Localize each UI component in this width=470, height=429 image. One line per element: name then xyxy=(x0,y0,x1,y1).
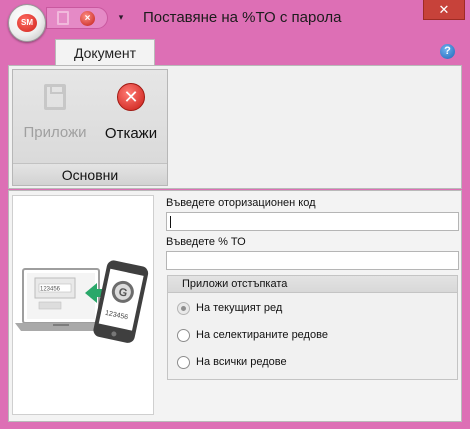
save-icon[interactable] xyxy=(57,11,69,25)
window-title: Поставяне на %ТО с парола xyxy=(143,9,342,26)
help-icon[interactable]: ? xyxy=(440,44,455,59)
cancel-icon[interactable]: × xyxy=(80,11,95,26)
percent-input[interactable] xyxy=(166,251,459,270)
ribbon-panel: Приложи ✕ Откажи Основни xyxy=(8,65,462,189)
apply-button[interactable]: Приложи xyxy=(17,76,93,146)
screen-code-text: 123456 xyxy=(40,287,61,293)
cancel-button[interactable]: ✕ Откажи xyxy=(97,76,165,146)
phone-icon: G 123456 xyxy=(93,260,149,343)
ribbon-group-label: Основни xyxy=(13,163,167,185)
ribbon-tabs: Документ xyxy=(8,38,462,67)
radio-label: На текущият ред xyxy=(196,302,283,314)
close-button[interactable]: ✕ xyxy=(423,0,465,20)
save-icon xyxy=(44,84,66,110)
content-panel: 123456 G 123456 Въведете оторизационен к… xyxy=(8,190,462,422)
percent-label: Въведете % ТО xyxy=(166,236,246,248)
quick-access-toolbar: × xyxy=(46,7,108,29)
radio-button[interactable] xyxy=(177,356,190,369)
ribbon-group-main: Приложи ✕ Откажи Основни xyxy=(12,69,168,186)
qat-dropdown-icon[interactable]: ▾ xyxy=(116,11,126,23)
app-window: SM × ▾ Поставяне на %ТО с парола ✕ Докум… xyxy=(0,0,470,429)
radio-label: На всички редове xyxy=(196,356,287,368)
tab-document[interactable]: Документ xyxy=(55,39,155,67)
discount-options-title: Приложи отстъпката xyxy=(168,276,457,293)
cancel-icon: ✕ xyxy=(117,83,145,111)
text-caret xyxy=(170,216,171,228)
cancel-button-label: Откажи xyxy=(104,125,158,142)
radio-label: На селектираните редове xyxy=(196,329,328,341)
app-menu-button[interactable]: SM xyxy=(8,4,46,42)
auth-code-label: Въведете оторизационен код xyxy=(166,197,316,209)
authorization-illustration: 123456 G 123456 xyxy=(12,195,154,415)
radio-button[interactable] xyxy=(177,302,190,315)
radio-button[interactable] xyxy=(177,329,190,342)
screen-button xyxy=(38,301,62,310)
title-bar: SM × ▾ Поставяне на %ТО с парола ✕ xyxy=(0,0,470,42)
app-logo-icon: SM xyxy=(17,14,37,32)
discount-options-group: Приложи отстъпката На текущият ред На се… xyxy=(167,275,458,380)
apply-button-label: Приложи xyxy=(23,124,87,141)
auth-code-input[interactable] xyxy=(166,212,459,231)
laptop-phone-illustration: 123456 G 123456 xyxy=(15,260,149,343)
